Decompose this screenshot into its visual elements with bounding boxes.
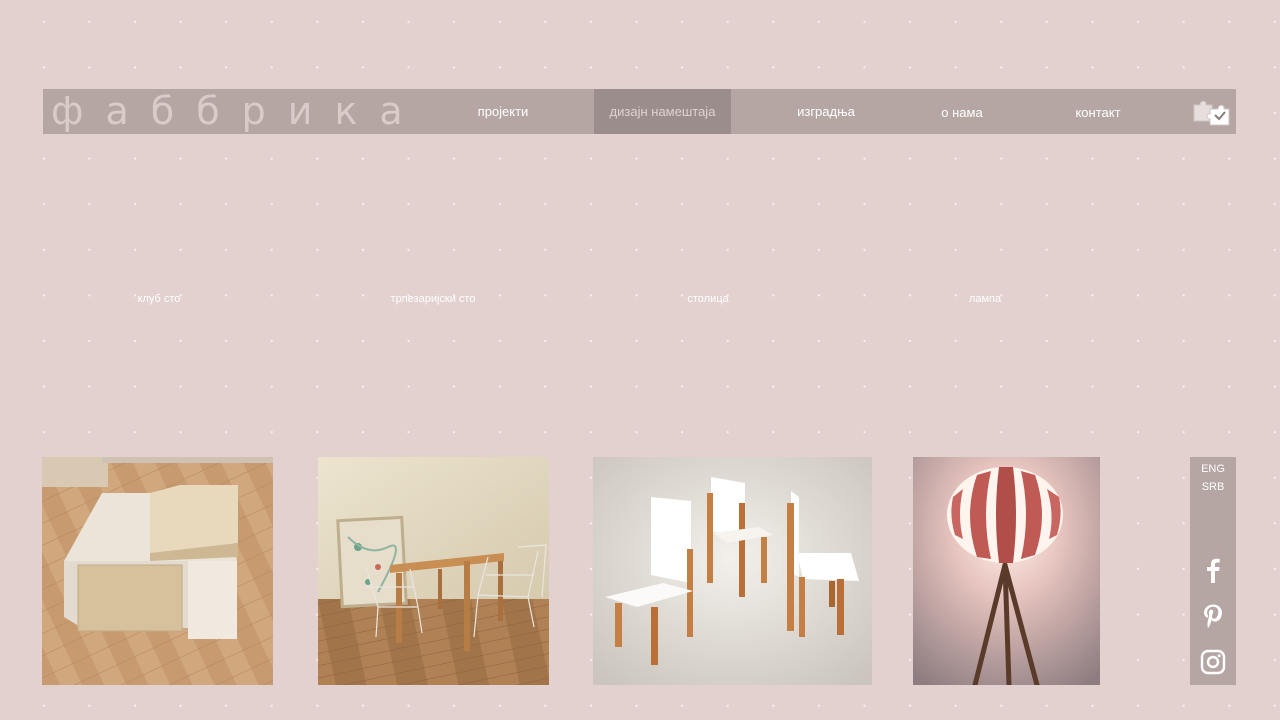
instagram-icon[interactable] (1200, 649, 1226, 675)
puzzle-icon[interactable] (1192, 95, 1230, 127)
language-srb-link[interactable]: SRB (1190, 481, 1236, 493)
nav-item-projects[interactable]: пројекти (463, 89, 543, 134)
nav-item-furniture-design[interactable]: дизајн намештаја (594, 89, 731, 134)
language-eng-link[interactable]: ENG (1190, 463, 1236, 475)
chairs-image[interactable] (593, 457, 872, 685)
side-panel: ENG SRB (1190, 457, 1236, 685)
club-table-image[interactable] (42, 457, 273, 685)
caption-club-table[interactable]: клуб сто (129, 293, 189, 305)
site-logo-text[interactable]: фаббрика (51, 89, 425, 134)
lamp-image[interactable] (913, 457, 1100, 685)
caption-chair[interactable]: столица (678, 293, 738, 305)
caption-lamp[interactable]: лампа (960, 293, 1010, 305)
dining-table-image[interactable] (318, 457, 549, 685)
caption-dining-table[interactable]: трпезаријски сто (383, 293, 483, 305)
main-navigation: фаббрика пројекти дизајн намештаја изгра… (43, 89, 1236, 134)
nav-item-contact[interactable]: контакт (1063, 90, 1133, 135)
nav-item-about[interactable]: о нама (927, 90, 997, 135)
facebook-icon[interactable] (1200, 557, 1226, 583)
pinterest-icon[interactable] (1200, 603, 1226, 629)
nav-item-construction[interactable]: изградња (781, 89, 871, 134)
